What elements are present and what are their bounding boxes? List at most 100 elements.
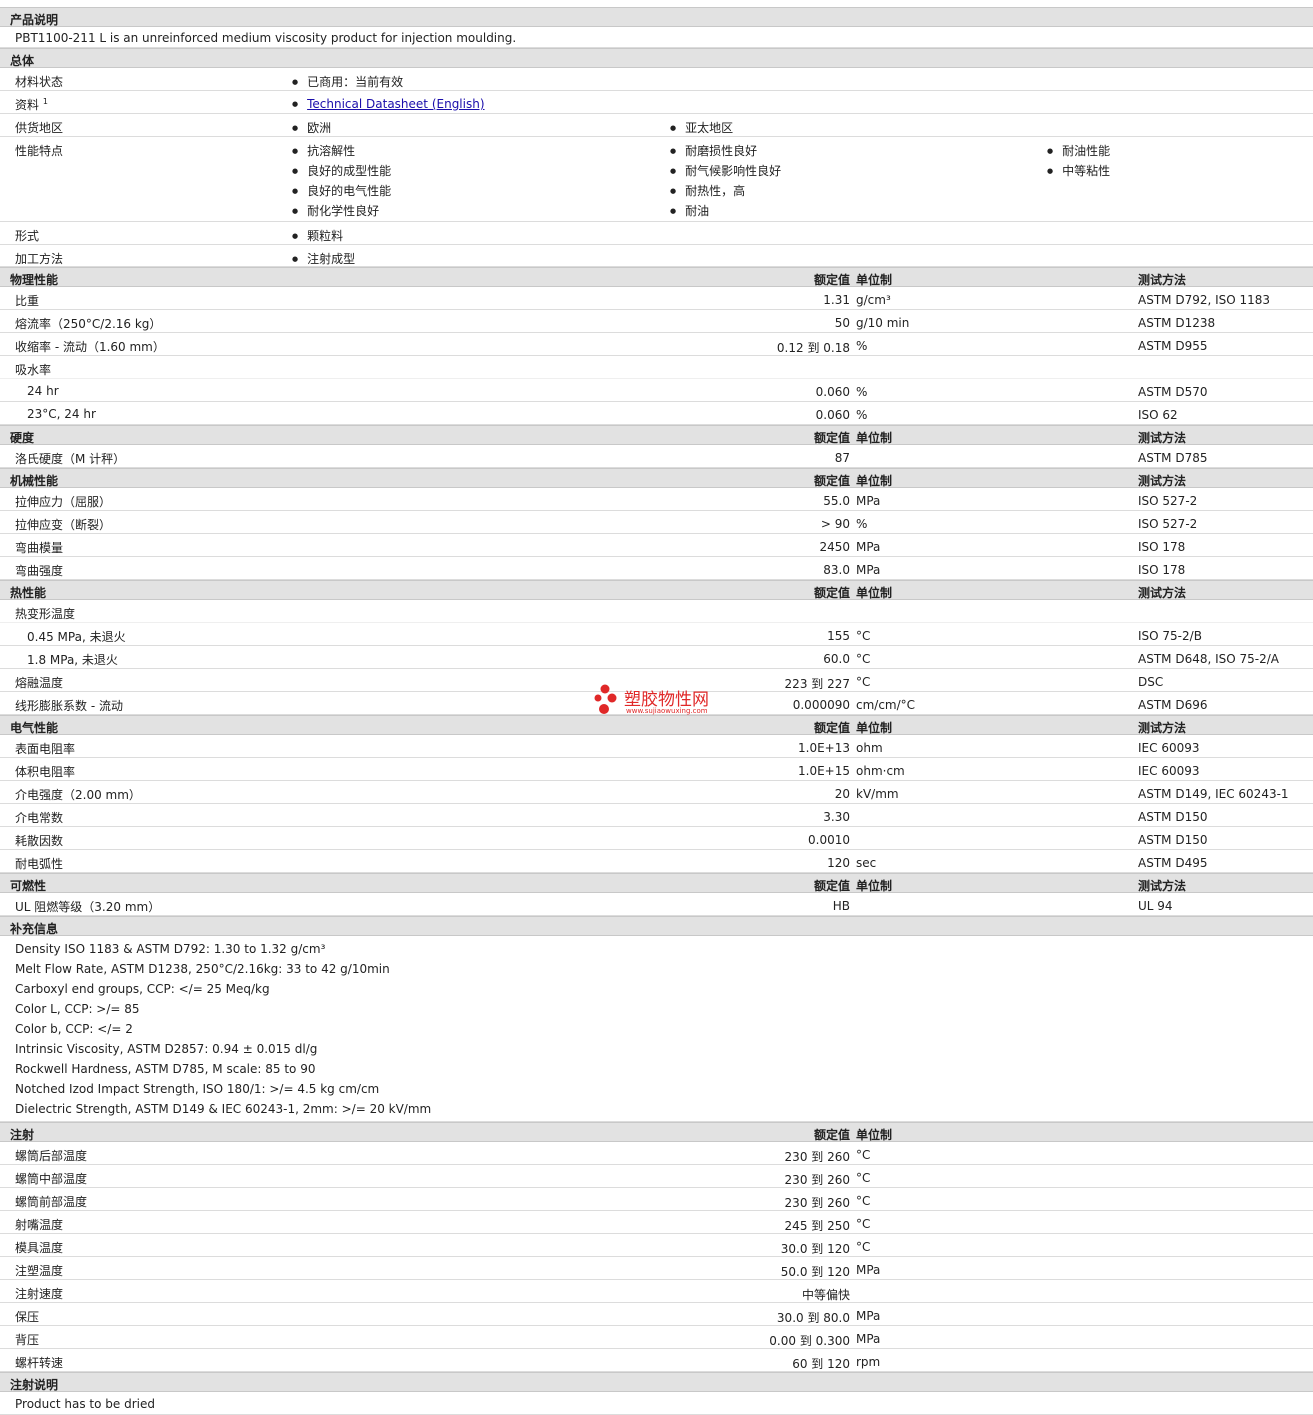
hardness-section: 硬度 额定值 单位制 测试方法 洛氏硬度（M 计秤） 87 ASTM D785 xyxy=(0,425,1313,468)
property-name: 熔流率（250°C/2.16 kg） xyxy=(15,317,162,331)
watermark-url: www.sujiaowuxing.com xyxy=(626,707,708,715)
property-row: 1.8 MPa, 未退火 60.0 °C ASTM D648, ISO 75-2/A xyxy=(0,646,1313,669)
property-method: ISO 75-2/B xyxy=(1138,629,1202,643)
description-row: PBT1100-211 L is an unreinforced medium … xyxy=(0,27,1313,48)
col-header-unit: 单位制 xyxy=(856,474,893,488)
datasheet-link[interactable]: Technical Datasheet (English) xyxy=(307,97,484,111)
section-header-flammability: 可燃性 额定值 单位制 测试方法 xyxy=(0,873,1313,893)
property-method: ASTM D495 xyxy=(1138,856,1208,870)
section-header-injection-notes: 注射说明 xyxy=(0,1372,1313,1392)
col-header-unit: 单位制 xyxy=(856,1128,893,1142)
property-row: 螺筒前部温度 230 到 260 °C xyxy=(0,1188,1313,1211)
property-value: 30.0 到 120 xyxy=(780,1242,850,1256)
property-row: 螺杆转速 60 到 120 rpm xyxy=(0,1349,1313,1372)
property-value: 50 xyxy=(834,316,850,330)
feature-item: 良好的成型性能 xyxy=(292,162,391,179)
form-label: 形式 xyxy=(15,229,40,243)
property-name: 吸水率 xyxy=(15,363,52,377)
supplemental-line: Color b, CCP: </= 2 xyxy=(15,1022,133,1036)
property-method: ISO 527-2 xyxy=(1138,494,1198,508)
region-row: 供货地区 欧洲 亚太地区 xyxy=(0,114,1313,137)
region-asia-pacific: 亚太地区 xyxy=(670,119,733,136)
property-row: 洛氏硬度（M 计秤） 87 ASTM D785 xyxy=(0,445,1313,468)
section-title: 机械性能 xyxy=(10,474,59,488)
flammability-section: 可燃性 额定值 单位制 测试方法 UL 阻燃等级（3.20 mm） HB UL 94 xyxy=(0,873,1313,916)
property-row: 耐电弧性 120 sec ASTM D495 xyxy=(0,850,1313,873)
property-name: 螺杆转速 xyxy=(15,1356,64,1370)
property-row: 射嘴温度 245 到 250 °C xyxy=(0,1211,1313,1234)
section-header-general: 总体 xyxy=(0,48,1313,68)
physical-properties-section: 物理性能 额定值 单位制 测试方法 比重 1.31 g/cm³ ASTM D792, ISO … xyxy=(0,267,1313,425)
property-name: 1.8 MPa, 未退火 xyxy=(27,653,118,667)
property-row: 耗散因数 0.0010 ASTM D150 xyxy=(0,827,1313,850)
property-name: 热变形温度 xyxy=(15,607,76,621)
property-unit: °C xyxy=(856,1240,871,1254)
property-name: 注射速度 xyxy=(15,1287,64,1301)
property-name: 收缩率 - 流动（1.60 mm） xyxy=(15,340,165,354)
property-unit: °C xyxy=(856,1194,871,1208)
property-value: 3.30 xyxy=(823,810,850,824)
data-label: 资料 1 xyxy=(15,97,48,112)
property-row: 比重 1.31 g/cm³ ASTM D792, ISO 1183 xyxy=(0,287,1313,310)
property-unit: MPa xyxy=(856,1309,881,1323)
property-name: 螺筒后部温度 xyxy=(15,1149,88,1163)
property-unit: °C xyxy=(856,1171,871,1185)
mechanical-section: 机械性能 额定值 单位制 测试方法 拉伸应力（屈服） 55.0 MPa ISO 527-2 拉伸… xyxy=(0,468,1313,580)
property-name: 弯曲模量 xyxy=(15,541,64,555)
injection-notes-text: Product has to be dried xyxy=(15,1397,155,1411)
property-name: 螺筒前部温度 xyxy=(15,1195,88,1209)
section-title: 注射说明 xyxy=(10,1378,59,1392)
feature-item: 耐气候影响性良好 xyxy=(670,162,781,179)
supplemental-line: Color L, CCP: >/= 85 xyxy=(15,1002,140,1016)
property-method: ASTM D1238 xyxy=(1138,316,1216,330)
property-value: 20 xyxy=(834,787,850,801)
supplemental-line: Melt Flow Rate, ASTM D1238, 250°C/2.16kg… xyxy=(15,962,390,976)
property-value: 0.12 到 0.18 xyxy=(776,341,850,355)
electrical-section: 电气性能 额定值 单位制 测试方法 表面电阻率 1.0E+13 ohm IEC 60093 体积… xyxy=(0,715,1313,873)
property-name: 洛氏硬度（M 计秤） xyxy=(15,452,126,466)
property-row: 螺筒中部温度 230 到 260 °C xyxy=(0,1165,1313,1188)
property-name: 保压 xyxy=(15,1310,40,1324)
col-header-method: 测试方法 xyxy=(1138,474,1187,488)
section-title: 电气性能 xyxy=(10,721,59,735)
section-title: 总体 xyxy=(10,54,35,68)
property-unit: MPa xyxy=(856,1263,881,1277)
watermark-logo: 塑胶物性网 www.sujiaowuxing.com xyxy=(594,683,734,719)
col-header-unit: 单位制 xyxy=(856,721,893,735)
section-title: 产品说明 xyxy=(10,13,59,27)
supplemental-line: Rockwell Hardness, ASTM D785, M scale: 8… xyxy=(15,1062,316,1076)
feature-item: 耐热性，高 xyxy=(670,182,745,199)
property-unit: ohm·cm xyxy=(856,764,905,778)
property-name: 熔融温度 xyxy=(15,676,64,690)
property-unit: MPa xyxy=(856,540,881,554)
section-title: 注射 xyxy=(10,1128,35,1142)
property-value: 0.060 xyxy=(815,408,850,422)
datasheet-link-item: Technical Datasheet (English) xyxy=(292,97,484,111)
col-header-value: 额定值 xyxy=(813,431,850,445)
property-method: ASTM D570 xyxy=(1138,385,1208,399)
supplemental-line: Intrinsic Viscosity, ASTM D2857: 0.94 ± … xyxy=(15,1042,318,1056)
form-row: 形式 颗粒料 xyxy=(0,222,1313,245)
property-name: 拉伸应变（断裂） xyxy=(15,518,112,532)
property-method: ASTM D648, ISO 75-2/A xyxy=(1138,652,1279,666)
property-value: 50.0 到 120 xyxy=(780,1265,850,1279)
region-label: 供货地区 xyxy=(15,121,64,135)
property-unit: MPa xyxy=(856,1332,881,1346)
col-header-method: 测试方法 xyxy=(1138,879,1187,893)
supplemental-notes: Density ISO 1183 & ASTM D792: 1.30 to 1.… xyxy=(0,936,1313,1122)
property-unit: °C xyxy=(856,1148,871,1162)
process-row: 加工方法 注射成型 xyxy=(0,245,1313,267)
feature-item: 中等粘性 xyxy=(1047,162,1110,179)
property-method: ASTM D785 xyxy=(1138,451,1208,465)
property-value: 60.0 xyxy=(823,652,850,666)
section-header-thermal: 热性能 额定值 单位制 测试方法 xyxy=(0,580,1313,600)
property-row: 吸水率 xyxy=(0,356,1313,379)
property-unit: MPa xyxy=(856,563,881,577)
property-name: 耐电弧性 xyxy=(15,857,64,871)
property-unit: °C xyxy=(856,629,871,643)
section-header-description: 产品说明 xyxy=(0,7,1313,27)
property-value: 1.31 xyxy=(823,293,850,307)
property-name: 拉伸应力（屈服） xyxy=(15,495,112,509)
property-name: 24 hr xyxy=(27,384,59,398)
property-row: 弯曲强度 83.0 MPa ISO 178 xyxy=(0,557,1313,580)
